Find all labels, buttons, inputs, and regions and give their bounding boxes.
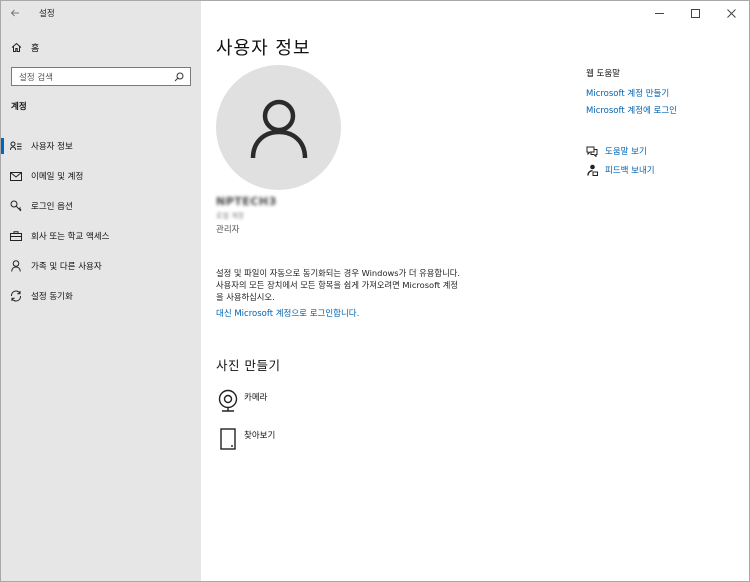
titlebar-left: 설정 (1, 1, 201, 25)
back-arrow-icon (10, 9, 19, 17)
sync-icon (1, 290, 31, 302)
minimize-button[interactable] (641, 1, 677, 25)
close-button[interactable] (713, 1, 749, 25)
help-title: 웹 도움말 (586, 69, 620, 79)
create-photo-title: 사진 만들기 (216, 358, 281, 373)
description-line: 을 사용하십시오. (216, 292, 275, 302)
sidebar-item-work-school[interactable]: 회사 또는 학교 액세스 (1, 221, 201, 251)
app-title: 설정 (39, 9, 55, 19)
sidebar-item-label: 설정 동기화 (31, 292, 73, 302)
get-help-link[interactable]: 도움말 보기 (585, 145, 647, 157)
user-info-icon (1, 141, 31, 151)
search-icon (174, 72, 184, 81)
account-role: 관리자 (216, 225, 240, 235)
description-line: 설정 및 파일이 자동으로 동기화되는 경우 Windows가 더 유용합니다. (216, 268, 460, 278)
sidebar-nav: 사용자 정보 이메일 및 계정 로그인 옵션 회사 또는 학교 액세스 가족 및… (1, 131, 201, 311)
sidebar-item-label: 회사 또는 학교 액세스 (31, 232, 110, 242)
section-label-account: 계정 (11, 102, 27, 112)
send-feedback-link[interactable]: 피드백 보내기 (585, 164, 655, 176)
window-controls (641, 1, 749, 25)
sidebar: 설정 홈 설정 검색 계정 사용자 정보 이메일 및 계정 로그인 옵션 회사 … (1, 1, 201, 581)
sidebar-item-signin-options[interactable]: 로그인 옵션 (1, 191, 201, 221)
briefcase-icon (1, 231, 31, 241)
home-label: 홈 (31, 43, 40, 54)
sidebar-item-label: 사용자 정보 (31, 142, 73, 152)
get-help-label: 도움말 보기 (605, 147, 647, 157)
mail-icon (1, 171, 31, 181)
camera-option[interactable]: 카메라 (216, 389, 267, 413)
maximize-button[interactable] (677, 1, 713, 25)
sidebar-item-label: 로그인 옵션 (31, 202, 73, 212)
account-description: 설정 및 파일이 자동으로 동기화되는 경우 Windows가 더 유용합니다.… (216, 267, 506, 303)
search-placeholder: 설정 검색 (19, 72, 53, 83)
username: NPTECH3 (216, 195, 277, 208)
signin-ms-account-link[interactable]: Microsoft 계정에 로그인 (586, 104, 677, 116)
feedback-icon (585, 164, 599, 176)
sidebar-item-label: 이메일 및 계정 (31, 172, 84, 182)
send-feedback-label: 피드백 보내기 (605, 166, 655, 176)
sidebar-item-label: 가족 및 다른 사용자 (31, 262, 102, 272)
close-icon (726, 8, 736, 18)
sidebar-item-email[interactable]: 이메일 및 계정 (1, 161, 201, 191)
key-icon (1, 200, 31, 212)
sidebar-item-user-info[interactable]: 사용자 정보 (1, 131, 201, 161)
browse-option[interactable]: 찾아보기 (216, 427, 275, 451)
browse-label: 찾아보기 (244, 431, 276, 441)
person-icon (1, 260, 31, 272)
user-avatar-icon (250, 99, 307, 158)
avatar (216, 65, 341, 190)
home-icon (1, 42, 31, 53)
home-nav-item[interactable]: 홈 (1, 37, 201, 57)
back-button[interactable] (1, 1, 29, 25)
help-chat-icon (585, 146, 599, 157)
browse-icon (216, 427, 240, 451)
sidebar-item-family[interactable]: 가족 및 다른 사용자 (1, 251, 201, 281)
camera-label: 카메라 (244, 393, 268, 403)
description-line: 사용자의 모든 장치에서 모든 항목을 쉽게 가져오려면 Microsoft 계… (216, 280, 459, 290)
microsoft-signin-link[interactable]: 대신 Microsoft 계정으로 로그인합니다. (216, 307, 359, 319)
settings-window: 설정 홈 설정 검색 계정 사용자 정보 이메일 및 계정 로그인 옵션 회사 … (0, 0, 750, 582)
create-ms-account-link[interactable]: Microsoft 계정 만들기 (586, 87, 669, 99)
minimize-icon (654, 12, 664, 14)
search-input[interactable]: 설정 검색 (11, 67, 191, 86)
camera-icon (216, 389, 240, 413)
sidebar-item-sync[interactable]: 설정 동기화 (1, 281, 201, 311)
page-title: 사용자 정보 (216, 38, 311, 59)
account-email: 로컬 계정 (216, 212, 244, 220)
maximize-icon (690, 8, 700, 18)
